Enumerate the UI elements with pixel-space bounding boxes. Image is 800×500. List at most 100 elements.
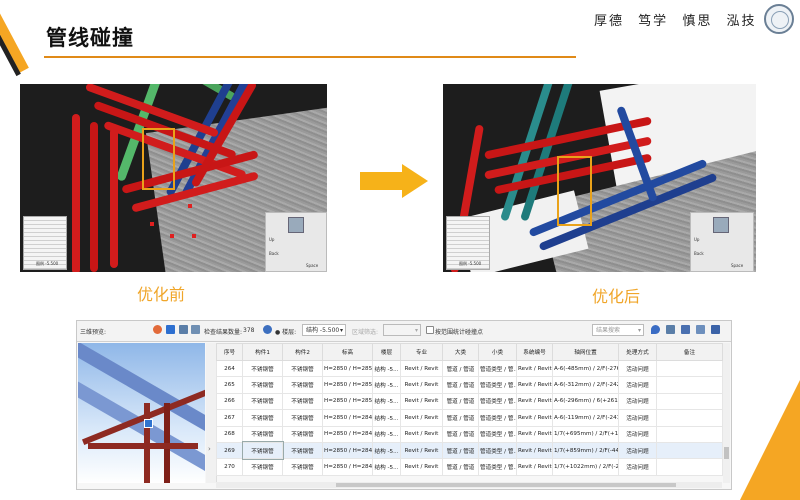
table-cell[interactable]: 管道 / 管道 [442, 441, 479, 460]
column-header[interactable]: 标高 [322, 343, 373, 361]
table-cell[interactable]: H=2850 / H=2850 [322, 376, 373, 394]
table-cell[interactable] [656, 458, 723, 476]
search-input[interactable]: 结果搜索 ▾ [592, 324, 644, 336]
table-cell[interactable]: 活动问题 [618, 409, 657, 427]
table-row[interactable]: 265 不锈钢管 不锈钢管 H=2850 / H=2850 结构 -5... Revit … [216, 376, 723, 394]
table-cell[interactable] [656, 392, 723, 411]
table-cell[interactable] [656, 359, 723, 378]
table-cell[interactable]: Revit / Revit [516, 441, 553, 460]
table-cell[interactable] [656, 441, 723, 460]
table-row[interactable]: 267 不锈钢管 不锈钢管 H=2850 / H=2849 结构 -5... Revit … [216, 409, 723, 427]
table-cell[interactable]: 1/7(+1022mm) / 2/F(-23... [552, 458, 619, 476]
table-cell[interactable]: 267 [216, 409, 243, 427]
grid-view-icon[interactable] [166, 325, 175, 334]
after-3d-view[interactable]: 图例 -5.500 Up Back Space [443, 84, 756, 272]
table-cell[interactable]: Revit / Revit [400, 359, 443, 378]
table-cell[interactable]: 结构 -5... [372, 392, 401, 411]
table-cell[interactable]: Revit / Revit [516, 425, 553, 443]
minimap[interactable]: 图例 -5.500 [23, 216, 67, 270]
table-row[interactable]: 268 不锈钢管 不锈钢管 H=2850 / H=2849 结构 -5... Revit … [216, 425, 723, 443]
column-header[interactable]: 备注 [656, 343, 723, 361]
table-cell[interactable]: 不锈钢管 [282, 376, 323, 394]
table-row[interactable]: 266 不锈钢管 不锈钢管 H=2850 / H=2850 结构 -5... Revit … [216, 392, 723, 411]
column-header[interactable]: 处理方式 [618, 343, 657, 361]
nav-cube-icon[interactable] [288, 217, 304, 233]
table-cell[interactable]: 270 [216, 458, 243, 476]
column-header[interactable]: 小类 [478, 343, 517, 361]
table-cell[interactable]: 活动问题 [618, 458, 657, 476]
table-cell[interactable]: 活动问题 [618, 376, 657, 394]
table-cell[interactable]: 不锈钢管 [242, 376, 283, 394]
horizontal-scrollbar[interactable] [216, 482, 722, 488]
table-cell[interactable]: 活动问题 [618, 392, 657, 411]
table-cell[interactable]: 管道 / 管道 [442, 425, 479, 443]
list-icon[interactable] [696, 325, 705, 334]
nav-cube-panel[interactable]: Up Back Space [690, 212, 754, 272]
table-cell[interactable]: 不锈钢管 [282, 359, 323, 378]
table-cell[interactable]: 不锈钢管 [242, 458, 283, 476]
table-cell[interactable]: 结构 -5... [372, 376, 401, 394]
table-cell[interactable]: 不锈钢管 [282, 392, 323, 411]
table-cell[interactable]: 管道类型 / 管... [478, 376, 517, 394]
table-cell[interactable]: 不锈钢管 [282, 441, 323, 460]
table-cell[interactable]: 269 [216, 441, 243, 460]
table-cell[interactable]: 不锈钢管 [242, 425, 283, 443]
table-cell[interactable]: 管道类型 / 管... [478, 458, 517, 476]
table-cell[interactable]: 管道 / 管道 [442, 359, 479, 378]
table-cell[interactable]: Revit / Revit [400, 409, 443, 427]
scroll-thumb[interactable] [724, 447, 729, 459]
table-cell[interactable]: 1/7(+695mm) / 2/F(+144... [552, 425, 619, 443]
table-cell[interactable]: Revit / Revit [516, 458, 553, 476]
table-cell[interactable]: 不锈钢管 [282, 458, 323, 476]
table-cell[interactable]: 管道类型 / 管... [478, 392, 517, 411]
table-cell[interactable]: 268 [216, 425, 243, 443]
filter-icon[interactable] [681, 325, 690, 334]
table-cell[interactable]: 264 [216, 359, 243, 378]
table-cell[interactable]: A-6(-296mm) / 6(+2614... [552, 392, 619, 411]
vertical-scrollbar[interactable] [723, 343, 730, 483]
table-cell[interactable]: 266 [216, 392, 243, 411]
table-cell[interactable]: H=2850 / H=2849 [322, 441, 373, 460]
table-cell[interactable]: H=2850 / H=2850 [322, 359, 373, 378]
range-checkbox[interactable] [426, 326, 434, 334]
column-header[interactable]: 轴网位置 [552, 343, 619, 361]
table-cell[interactable]: 管道 / 管道 [442, 392, 479, 411]
table-cell[interactable]: A-6(-485mm) / 2/F(-2769... [552, 359, 619, 378]
column-header[interactable]: 大类 [442, 343, 479, 361]
table-cell[interactable]: Revit / Revit [516, 359, 553, 378]
table-cell[interactable]: 活动问题 [618, 359, 657, 378]
table-cell[interactable]: 不锈钢管 [242, 392, 283, 411]
column-header[interactable]: 构件1 [242, 343, 283, 361]
table-cell[interactable]: 管道类型 / 管... [478, 425, 517, 443]
table-cell[interactable]: H=2850 / H=2849 [322, 425, 373, 443]
clash-point-marker[interactable] [144, 419, 153, 428]
table-cell[interactable]: 结构 -5... [372, 409, 401, 427]
table-cell[interactable]: 不锈钢管 [242, 409, 283, 427]
room-filter-select[interactable]: ▾ [383, 324, 421, 336]
table-cell[interactable]: 265 [216, 376, 243, 394]
calendar-icon[interactable] [711, 325, 720, 334]
table-cell[interactable]: Revit / Revit [400, 441, 443, 460]
table-cell[interactable]: 不锈钢管 [242, 359, 283, 378]
table-cell[interactable]: 结构 -5... [372, 359, 401, 378]
share-icon[interactable] [666, 325, 675, 334]
table-cell[interactable]: 不锈钢管 [282, 409, 323, 427]
table-cell[interactable]: Revit / Revit [400, 392, 443, 411]
table-row[interactable]: 264 不锈钢管 不锈钢管 H=2850 / H=2850 结构 -5... Revit … [216, 359, 723, 378]
nav-cube-icon[interactable] [713, 217, 729, 233]
color-icon[interactable] [153, 325, 162, 334]
table-cell[interactable]: 结构 -5... [372, 441, 401, 460]
table-cell[interactable]: 管道 / 管道 [442, 458, 479, 476]
table-cell[interactable]: A-6(-119mm) / 2/F(-2413... [552, 409, 619, 427]
table-cell[interactable]: 管道类型 / 管... [478, 441, 517, 460]
table-cell[interactable]: 管道 / 管道 [442, 376, 479, 394]
table-cell[interactable]: Revit / Revit [400, 376, 443, 394]
column-header[interactable]: 系统编号 [516, 343, 553, 361]
table-cell[interactable] [656, 376, 723, 394]
table-cell[interactable]: 不锈钢管 [282, 425, 323, 443]
column-header[interactable]: 构件2 [282, 343, 323, 361]
table-cell[interactable]: H=2850 / H=2850 [322, 392, 373, 411]
locate-icon[interactable] [651, 325, 660, 334]
table-row[interactable]: 270 不锈钢管 不锈钢管 H=2850 / H=2849 结构 -5... Revit … [216, 458, 723, 476]
table-cell[interactable]: 1/7(+859mm) / 2/F(-44m... [552, 441, 619, 460]
